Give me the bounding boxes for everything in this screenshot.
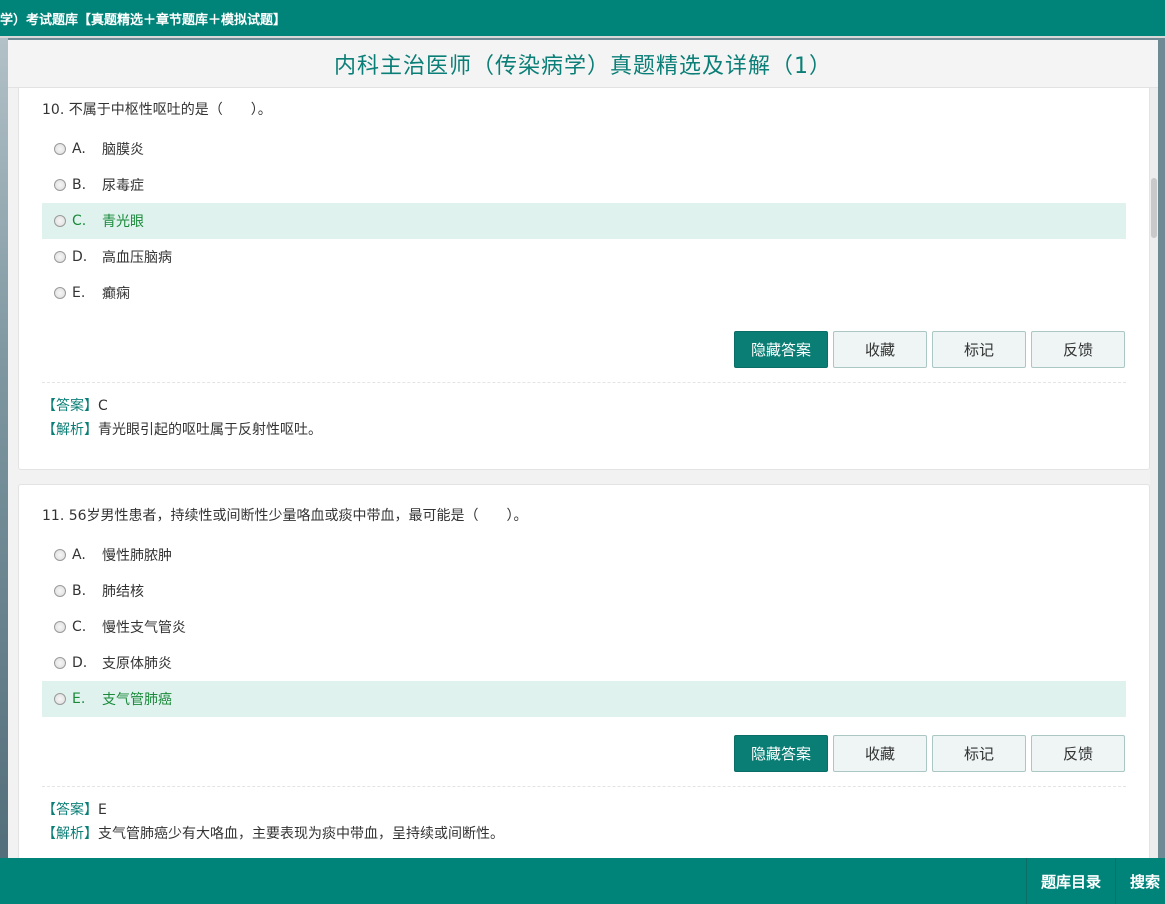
analysis-tag: 【解析】	[42, 422, 98, 438]
divider	[42, 786, 1126, 787]
feedback-button[interactable]: 反馈	[1031, 735, 1125, 772]
option-text: 癫痫	[102, 286, 130, 302]
answer-line: 【答案】C	[42, 395, 108, 415]
option-letter: B.	[72, 583, 87, 599]
option-text: 支原体肺炎	[102, 656, 172, 672]
analysis-line: 【解析】青光眼引起的呕吐属于反射性呕吐。	[42, 419, 322, 439]
option-b[interactable]: B. 尿毒症	[42, 167, 1126, 203]
option-d[interactable]: D. 支原体肺炎	[42, 645, 1126, 681]
bottom-nav-bar: 题库目录 搜索	[0, 858, 1165, 904]
option-letter: A.	[72, 547, 86, 563]
option-text: 青光眼	[102, 214, 144, 230]
option-letter: A.	[72, 141, 86, 157]
radio-icon[interactable]	[54, 215, 66, 227]
radio-icon[interactable]	[54, 287, 66, 299]
option-text: 脑膜炎	[102, 142, 144, 158]
feedback-button[interactable]: 反馈	[1031, 331, 1125, 368]
option-a[interactable]: A. 慢性肺脓肿	[42, 537, 1126, 573]
option-c-correct[interactable]: C. 青光眼	[42, 203, 1126, 239]
option-a[interactable]: A. 脑膜炎	[42, 131, 1126, 167]
favorite-button[interactable]: 收藏	[833, 331, 927, 368]
analysis-text: 青光眼引起的呕吐属于反射性呕吐。	[98, 422, 322, 438]
catalog-button[interactable]: 题库目录	[1025, 858, 1115, 904]
radio-icon[interactable]	[54, 549, 66, 561]
answer-tag: 【答案】	[42, 802, 98, 818]
option-text: 慢性支气管炎	[102, 620, 186, 636]
option-c[interactable]: C. 慢性支气管炎	[42, 609, 1126, 645]
scrollbar-thumb[interactable]	[1151, 178, 1157, 238]
option-d[interactable]: D. 高血压脑病	[42, 239, 1126, 275]
analysis-text: 支气管肺癌少有大咯血，主要表现为痰中带血，呈持续或间断性。	[98, 826, 504, 842]
background-strip	[0, 0, 8, 904]
option-letter: E.	[72, 691, 86, 707]
option-e-correct[interactable]: E. 支气管肺癌	[42, 681, 1126, 717]
hide-answer-button[interactable]: 隐藏答案	[734, 735, 828, 772]
option-text: 高血压脑病	[102, 250, 172, 266]
option-b[interactable]: B. 肺结核	[42, 573, 1126, 609]
analysis-tag: 【解析】	[42, 826, 98, 842]
option-letter: D.	[72, 655, 88, 671]
bottom-nav: 题库目录 搜索	[1025, 858, 1165, 904]
option-e[interactable]: E. 癫痫	[42, 275, 1126, 311]
page-title: 内科主治医师（传染病学）真题精选及详解（1）	[8, 40, 1158, 88]
radio-icon[interactable]	[54, 693, 66, 705]
favorite-button[interactable]: 收藏	[833, 735, 927, 772]
radio-icon[interactable]	[54, 657, 66, 669]
answer-value: E	[98, 802, 107, 818]
radio-icon[interactable]	[54, 143, 66, 155]
option-text: 尿毒症	[102, 178, 144, 194]
answer-value: C	[98, 398, 108, 414]
mark-button[interactable]: 标记	[932, 331, 1026, 368]
question-title: 11. 56岁男性患者，持续性或间断性少量咯血或痰中带血，最可能是（ ）。	[42, 508, 528, 524]
option-letter: C.	[72, 213, 87, 229]
option-letter: B.	[72, 177, 87, 193]
question-card: 11. 56岁男性患者，持续性或间断性少量咯血或痰中带血，最可能是（ ）。 A.…	[18, 484, 1150, 858]
top-title-bar: 学）考试题库【真题精选＋章节题库＋模拟试题】	[0, 0, 1165, 38]
hide-answer-button[interactable]: 隐藏答案	[734, 331, 828, 368]
radio-icon[interactable]	[54, 251, 66, 263]
option-letter: D.	[72, 249, 88, 265]
question-title: 10. 不属于中枢性呕吐的是（ ）。	[42, 102, 272, 118]
question-card: 10. 不属于中枢性呕吐的是（ ）。 A. 脑膜炎 B. 尿毒症 C. 青光眼 …	[18, 88, 1150, 470]
question-list[interactable]: 10. 不属于中枢性呕吐的是（ ）。 A. 脑膜炎 B. 尿毒症 C. 青光眼 …	[8, 88, 1158, 858]
question-actions: 隐藏答案 收藏 标记 反馈	[734, 735, 1125, 772]
question-actions: 隐藏答案 收藏 标记 反馈	[734, 331, 1125, 368]
answer-tag: 【答案】	[42, 398, 98, 414]
divider	[42, 382, 1126, 383]
search-button[interactable]: 搜索	[1115, 858, 1165, 904]
option-text: 肺结核	[102, 584, 144, 600]
option-text: 支气管肺癌	[102, 692, 172, 708]
answer-line: 【答案】E	[42, 799, 107, 819]
exam-bank-title: 学）考试题库【真题精选＋章节题库＋模拟试题】	[0, 12, 287, 28]
mark-button[interactable]: 标记	[932, 735, 1026, 772]
exam-page: 内科主治医师（传染病学）真题精选及详解（1） 10. 不属于中枢性呕吐的是（ ）…	[8, 40, 1158, 858]
option-letter: E.	[72, 285, 86, 301]
option-letter: C.	[72, 619, 87, 635]
radio-icon[interactable]	[54, 585, 66, 597]
option-text: 慢性肺脓肿	[102, 548, 172, 564]
radio-icon[interactable]	[54, 179, 66, 191]
radio-icon[interactable]	[54, 621, 66, 633]
analysis-line: 【解析】支气管肺癌少有大咯血，主要表现为痰中带血，呈持续或间断性。	[42, 823, 504, 843]
vertical-scrollbar[interactable]	[1150, 88, 1158, 858]
